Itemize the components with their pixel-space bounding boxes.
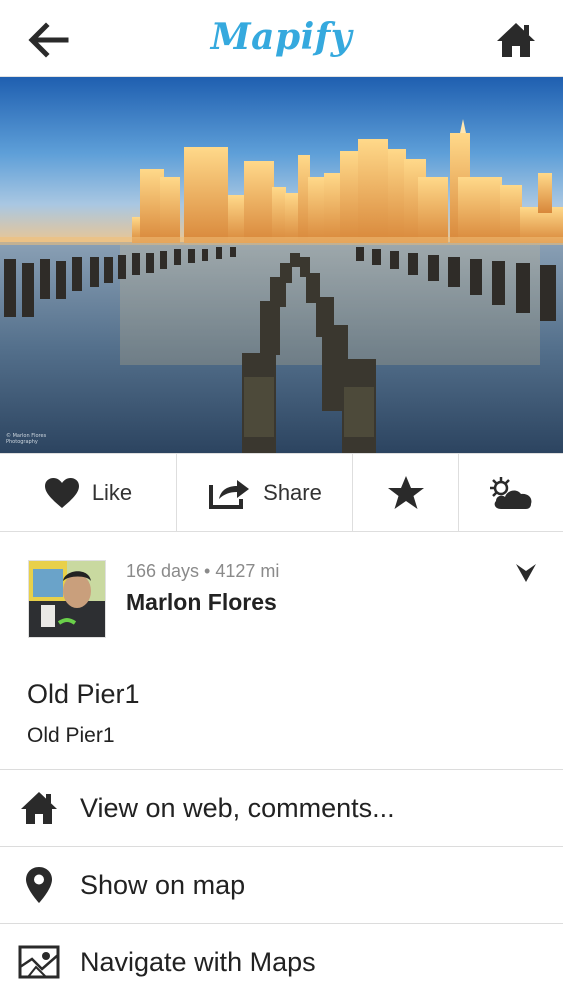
city-skyline-image <box>0 77 563 453</box>
map-pin-icon <box>26 867 52 903</box>
share-icon <box>209 479 250 509</box>
star-icon <box>387 475 424 509</box>
view-on-web-row[interactable]: View on web, comments... <box>0 769 563 846</box>
map-icon <box>18 945 60 979</box>
favorite-button[interactable] <box>353 454 459 531</box>
app-logo: Mapify <box>210 16 353 58</box>
navigate-with-maps-label: Navigate with Maps <box>80 946 316 977</box>
weather-button[interactable] <box>459 454 563 531</box>
avatar[interactable] <box>28 560 106 638</box>
author-section: 166 days • 4127 mi Marlon Flores <box>0 533 563 653</box>
action-bar: Like Share <box>0 453 563 532</box>
like-button[interactable]: Like <box>0 454 177 531</box>
show-on-map-row[interactable]: Show on map <box>0 846 563 923</box>
navigate-with-maps-row[interactable]: Navigate with Maps <box>0 923 563 1000</box>
heart-icon <box>44 477 79 508</box>
view-on-web-label: View on web, comments... <box>80 792 395 823</box>
show-on-map-label: Show on map <box>80 869 246 900</box>
top-bar: Mapify <box>0 0 563 77</box>
spot-photo[interactable]: © Marlon Flores Photography <box>0 77 563 453</box>
home-icon[interactable] <box>495 20 537 60</box>
sun-cloud-icon <box>490 476 532 509</box>
like-label: Like <box>91 479 133 505</box>
chevron-down-icon[interactable] <box>515 563 537 583</box>
share-button[interactable]: Share <box>177 454 353 531</box>
share-label: Share <box>263 479 322 505</box>
spot-title: Old Pier1 <box>27 679 140 709</box>
photo-credit: © Marlon Flores Photography <box>6 433 47 445</box>
author-name[interactable]: Marlon Flores <box>126 589 277 616</box>
post-meta: 166 days • 4127 mi <box>126 561 280 581</box>
home-icon <box>21 792 57 824</box>
spot-description: Old Pier1 <box>27 724 115 747</box>
